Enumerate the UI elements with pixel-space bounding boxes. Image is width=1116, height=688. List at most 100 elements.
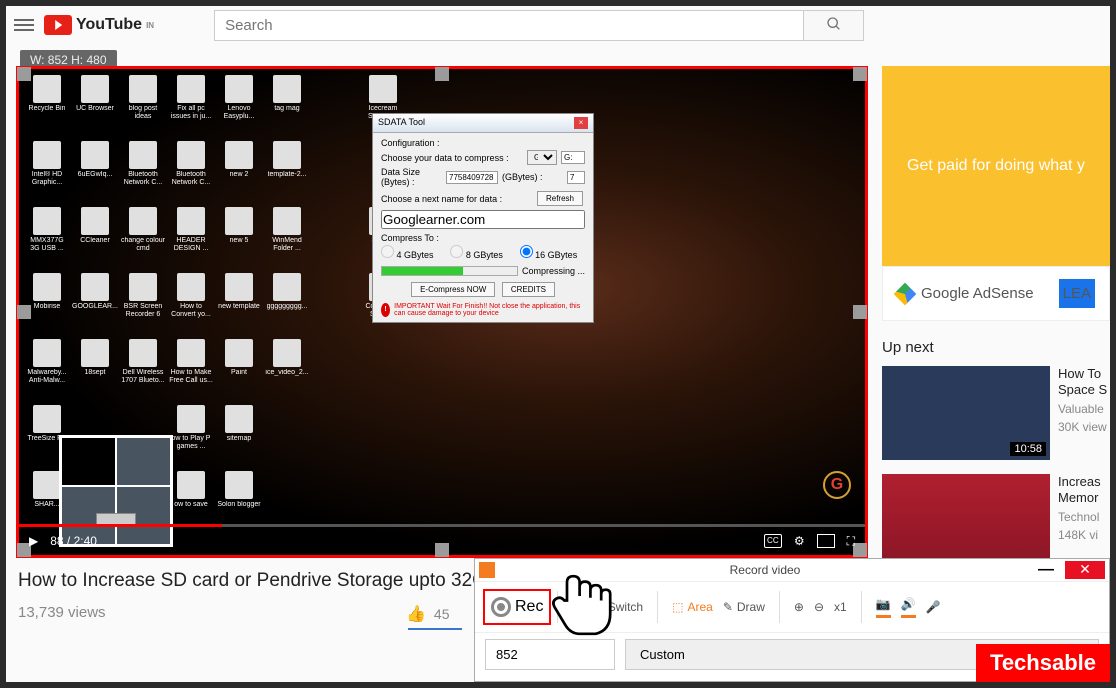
sdata-window[interactable]: SDATA Tool × Configuration : Choose your… — [372, 113, 594, 323]
menu-icon[interactable] — [14, 19, 34, 31]
youtube-logo-text: YouTube — [76, 16, 142, 34]
minimize-button[interactable]: — — [1035, 561, 1057, 579]
learn-button[interactable]: LEA — [1059, 279, 1095, 308]
desktop-icon[interactable]: ice_video_2... — [265, 339, 309, 401]
thumbup-icon[interactable]: 👍 — [406, 604, 426, 624]
desktop-icon[interactable] — [313, 339, 357, 401]
desktop-icon[interactable]: Paint — [217, 339, 261, 401]
desktop-icon[interactable]: sitemap — [217, 405, 261, 467]
opt-16[interactable]: 16 GBytes — [520, 245, 585, 260]
desktop-icon[interactable]: tag mag — [265, 75, 309, 137]
draw-button[interactable]: ✎Draw — [723, 600, 765, 614]
desktop-icon[interactable] — [313, 405, 357, 467]
desktop-icon[interactable]: Dell Wireless 1707 Blueto... — [121, 339, 165, 401]
related-video[interactable]: Increas Memor Technol 148K vi — [882, 474, 1110, 568]
video-controls[interactable]: ▶ 88 / 2:40 CC ⚙ ⛶ — [19, 527, 865, 555]
ecompress-button[interactable]: E-Compress NOW — [411, 282, 495, 297]
youtube-logo[interactable]: YouTube IN — [44, 15, 154, 35]
desktop-icon[interactable]: Fix all pc issues in ju... — [169, 75, 213, 137]
desktop-icon[interactable]: Mobirise — [25, 273, 69, 335]
desktop-icon[interactable]: change colour cmd — [121, 207, 165, 269]
desktop-icon[interactable]: CCleaner — [73, 207, 117, 269]
rec-button[interactable]: Rec — [483, 589, 551, 625]
speaker-button[interactable]: 🔊 — [901, 597, 916, 618]
g-badge-icon: G — [823, 471, 851, 499]
zoomin-icon: ⊕ — [794, 600, 804, 614]
mic-icon: 🎤 — [926, 600, 941, 614]
desktop-icon[interactable]: Malwareby... Anti-Malw... — [25, 339, 69, 401]
desktop-icon[interactable]: How to Convert yo... — [169, 273, 213, 335]
desktop-icon[interactable]: GOOGLEAR... — [73, 273, 117, 335]
desktop-icon[interactable]: MMX377G 3G USB ... — [25, 207, 69, 269]
desktop-icon[interactable] — [313, 273, 357, 335]
zoomin-button[interactable]: ⊕ — [794, 600, 804, 614]
refresh-button[interactable]: Refresh — [537, 191, 583, 206]
width-input[interactable] — [485, 639, 615, 670]
desktop-icon[interactable]: ggggggggg... — [265, 273, 309, 335]
gbytes-input[interactable] — [567, 171, 585, 184]
video-area[interactable]: Recycle BinUC Browserblog post ideasFix … — [16, 66, 868, 558]
related-video[interactable]: 10:58 How To Space S Valuable 30K view — [882, 366, 1110, 460]
related-title: How To Space S — [1058, 366, 1110, 398]
desktop-icon[interactable]: HEADER DESIGN ... — [169, 207, 213, 269]
close-icon[interactable]: × — [574, 117, 588, 129]
switch-button[interactable]: ☟Switch — [596, 600, 643, 614]
related-channel: Technol — [1058, 510, 1110, 524]
cc-icon[interactable]: CC — [764, 534, 782, 548]
opt-4[interactable]: 4 GBytes — [381, 245, 446, 260]
desktop-icon[interactable]: Bluetooth Network C... — [169, 141, 213, 203]
compressing-label: Compressing ... — [522, 266, 585, 276]
desktop-icon[interactable]: ow to Play P games ... — [169, 405, 213, 467]
desktop-icon[interactable]: How to Make Free Call us... — [169, 339, 213, 401]
resize-handle[interactable] — [853, 67, 867, 81]
desktop-icon[interactable] — [313, 141, 357, 203]
desktop-icon[interactable]: Intel® HD Graphic... — [25, 141, 69, 203]
desktop-icon[interactable] — [361, 339, 405, 401]
desktop-icon[interactable]: Lenovo Easyplu... — [217, 75, 261, 137]
desktop-icon[interactable]: 18sept — [73, 339, 117, 401]
ad-banner[interactable]: Get paid for doing what y — [882, 66, 1110, 266]
zoomout-button[interactable]: ⊖ — [814, 600, 824, 614]
choose-data-label: Choose your data to compress : — [381, 153, 523, 163]
desktop-icon[interactable]: new 2 — [217, 141, 261, 203]
desktop-icon[interactable]: 6uEGwIq... — [73, 141, 117, 203]
webcam-button[interactable]: 📷 — [876, 597, 891, 618]
play-icon[interactable]: ▶ — [29, 534, 38, 548]
sdata-title: SDATA Tool — [378, 117, 425, 129]
desktop-icon[interactable] — [265, 405, 309, 467]
desktop-icon[interactable] — [361, 405, 405, 467]
gear-icon[interactable]: ⚙ — [794, 534, 805, 548]
desktop-icon[interactable]: new 5 — [217, 207, 261, 269]
theater-icon[interactable] — [817, 534, 835, 548]
desktop-icon[interactable]: BSR Screen Recorder 6 — [121, 273, 165, 335]
thumbnail[interactable] — [882, 474, 1050, 568]
mic-button[interactable]: 🎤 — [926, 600, 941, 614]
thumbnail[interactable]: 10:58 — [882, 366, 1050, 460]
progress-bar[interactable] — [19, 524, 865, 527]
desktop-icon[interactable]: blog post ideas — [121, 75, 165, 137]
resize-handle[interactable] — [853, 305, 867, 319]
area-button[interactable]: ⬚Area — [672, 600, 713, 614]
search-button[interactable] — [804, 10, 864, 41]
resize-handle[interactable] — [435, 67, 449, 81]
desktop-icon[interactable] — [313, 75, 357, 137]
desktop-icon[interactable]: new template — [217, 273, 261, 335]
name-input[interactable] — [381, 210, 585, 229]
timer-button[interactable] — [572, 600, 586, 614]
desktop-icon[interactable]: template-2... — [265, 141, 309, 203]
adsense-bar[interactable]: Google AdSense LEA — [882, 266, 1110, 321]
opt-8[interactable]: 8 GBytes — [450, 245, 515, 260]
credits-button[interactable]: CREDITS — [502, 282, 555, 297]
desktop-icon[interactable]: Recycle Bin — [25, 75, 69, 137]
desktop-icon[interactable] — [313, 207, 357, 269]
drive-select[interactable]: G:\ — [527, 150, 557, 165]
data-size-input[interactable] — [446, 171, 498, 184]
desktop-icon[interactable]: WinMend Folder ... — [265, 207, 309, 269]
close-button[interactable]: ✕ — [1065, 561, 1105, 579]
drive-input[interactable] — [561, 151, 585, 164]
desktop-icon[interactable]: Bluetooth Network C... — [121, 141, 165, 203]
desktop-icon[interactable]: UC Browser — [73, 75, 117, 137]
search-input[interactable] — [214, 10, 804, 41]
adsense-logo-icon — [894, 282, 917, 305]
fullscreen-icon[interactable]: ⛶ — [847, 534, 855, 549]
